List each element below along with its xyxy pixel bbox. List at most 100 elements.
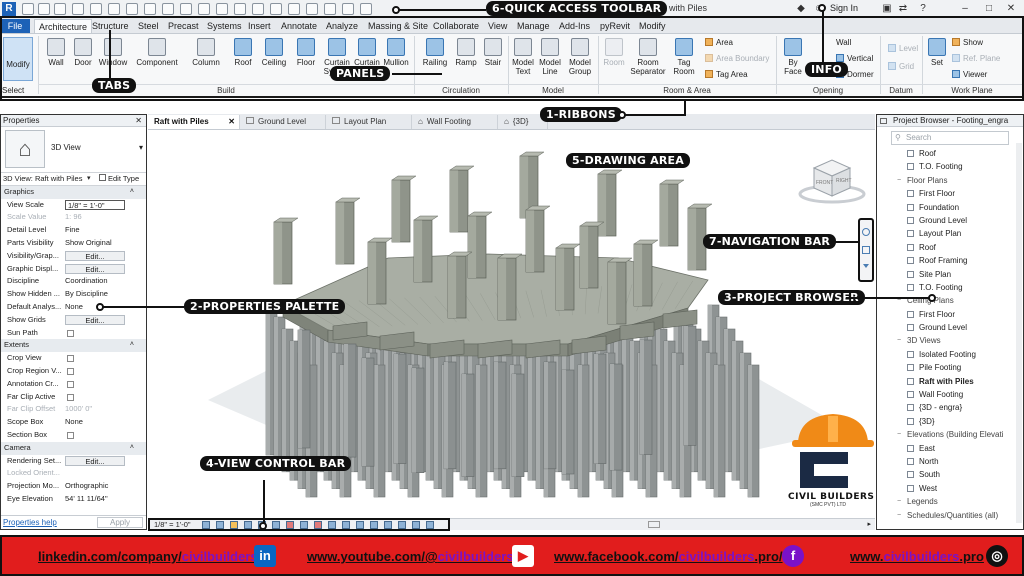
property-section[interactable]: Graphics ˄ <box>1 185 146 199</box>
collapse-icon[interactable]: − <box>897 334 901 347</box>
browser-item[interactable]: Roof <box>877 147 1023 160</box>
property-section[interactable]: Extents ˄ <box>1 339 146 353</box>
property-checkbox[interactable] <box>67 393 74 401</box>
browser-item[interactable]: Site Plan <box>877 268 1023 281</box>
qat-more-icon[interactable] <box>342 3 354 15</box>
browser-item[interactable]: T.O. Footing <box>877 160 1023 173</box>
text-icon[interactable] <box>180 3 192 15</box>
youtube-icon[interactable]: ▶ <box>512 545 534 567</box>
edit-type-button[interactable]: Edit Type <box>99 173 139 186</box>
property-checkbox[interactable] <box>67 355 74 363</box>
property-section[interactable]: Camera ˄ <box>1 441 146 455</box>
view-tab-wall-footing[interactable]: ⌂ Wall Footing <box>412 115 498 129</box>
properties-help-link[interactable]: Properties help <box>3 516 57 530</box>
browser-item[interactable]: Pile Footing <box>877 361 1023 374</box>
youtube-link[interactable]: www.youtube.com/@civilbuilders <box>307 549 514 564</box>
facebook-icon[interactable]: f <box>782 545 804 567</box>
open-icon[interactable] <box>22 3 34 15</box>
redo-icon[interactable] <box>90 3 102 15</box>
globe-icon[interactable]: ◎ <box>986 545 1008 567</box>
view-tab-layout-plan[interactable]: Layout Plan <box>326 115 412 129</box>
property-checkbox[interactable] <box>67 329 74 337</box>
binoculars-icon[interactable]: ◆ <box>794 2 808 16</box>
browser-item[interactable]: South <box>877 468 1023 481</box>
browser-item[interactable]: Wall Footing <box>877 388 1023 401</box>
collapse-icon[interactable]: ˄ <box>130 186 134 199</box>
browser-item[interactable]: Ground Level <box>877 214 1023 227</box>
section-icon[interactable] <box>216 3 228 15</box>
property-edit-button[interactable]: Edit... <box>65 251 125 262</box>
collapse-icon[interactable]: ˄ <box>130 339 134 352</box>
tag-icon[interactable] <box>162 3 174 15</box>
thin-lines-icon[interactable] <box>234 3 246 15</box>
property-checkbox[interactable] <box>67 431 74 439</box>
browser-group[interactable]: − Legends <box>877 495 1023 508</box>
browser-group[interactable]: −3D Views <box>877 334 1023 347</box>
zoom-icon[interactable] <box>862 246 870 254</box>
cart-icon[interactable]: ▣ <box>880 2 894 16</box>
revit-logo-icon[interactable]: R <box>2 2 16 16</box>
nav-menu-icon[interactable] <box>863 264 869 268</box>
save-icon[interactable] <box>38 3 50 15</box>
help-icon[interactable]: ? <box>916 2 930 16</box>
scroll-right-icon[interactable]: ▸ <box>867 520 871 528</box>
browser-scrollbar[interactable] <box>1016 143 1022 523</box>
linkedin-link[interactable]: linkedin.com/company/civilbuilders <box>38 549 258 564</box>
browser-item[interactable]: East <box>877 442 1023 455</box>
browser-item[interactable]: T.O. Footing <box>877 281 1023 294</box>
view-icon[interactable] <box>306 3 318 15</box>
property-checkbox[interactable] <box>67 380 74 388</box>
navigation-bar[interactable] <box>858 218 874 282</box>
browser-item[interactable]: First Floor <box>877 187 1023 200</box>
qat-dropdown-icon[interactable] <box>360 3 372 15</box>
browser-item[interactable]: Isolated Footing <box>877 348 1023 361</box>
apply-button[interactable]: Apply <box>97 517 143 528</box>
minimize-icon[interactable]: – <box>958 2 972 16</box>
property-edit-button[interactable]: Edit... <box>65 456 125 467</box>
property-edit-button[interactable]: Edit... <box>65 264 125 275</box>
browser-item[interactable]: Raft with Piles <box>877 375 1023 388</box>
dimension-icon[interactable] <box>144 3 156 15</box>
browser-item[interactable]: North <box>877 455 1023 468</box>
customize-qat-icon[interactable] <box>288 3 300 15</box>
linkedin-icon[interactable]: in <box>254 545 276 567</box>
type-selector[interactable]: ⌂ 3D View ▾ <box>1 127 146 173</box>
close-icon[interactable]: ✕ <box>135 115 142 127</box>
steering-wheel-icon[interactable] <box>862 228 870 236</box>
property-input[interactable]: 1/8" = 1'-0" <box>65 200 125 211</box>
sign-in-link[interactable]: Sign In <box>830 3 858 13</box>
close-hidden-icon[interactable] <box>252 3 264 15</box>
browser-group[interactable]: − Elevations (Building Elevati <box>877 428 1023 441</box>
browser-search-input[interactable]: ⚲ Search <box>891 131 1009 145</box>
browser-item[interactable]: {3D} <box>877 415 1023 428</box>
collapse-icon[interactable]: − <box>897 428 901 441</box>
browser-item[interactable]: Roof <box>877 241 1023 254</box>
sync-icon[interactable] <box>54 3 66 15</box>
view-tab-raft-with-piles[interactable]: Raft with Piles ✕ <box>148 115 240 129</box>
browser-group[interactable]: − Floor Plans <box>877 174 1023 187</box>
view-instance-selector[interactable]: 3D View: Raft with Piles ▾ Edit Type <box>1 173 146 186</box>
browser-item[interactable]: West <box>877 482 1023 495</box>
browser-item[interactable]: Ground Level <box>877 321 1023 334</box>
view-tab-ground-level[interactable]: Ground Level <box>240 115 326 129</box>
default-3d-icon[interactable] <box>198 3 210 15</box>
browser-item[interactable]: Foundation <box>877 201 1023 214</box>
browser-item[interactable]: First Floor <box>877 308 1023 321</box>
close-icon[interactable]: ✕ <box>1004 2 1018 16</box>
website-link[interactable]: www.civilbuilders.pro <box>850 549 984 564</box>
viewcube[interactable]: FRONT RIGHT <box>798 148 868 208</box>
collapse-icon[interactable]: − <box>897 495 901 508</box>
print-icon[interactable] <box>108 3 120 15</box>
maximize-icon[interactable]: □ <box>982 2 996 16</box>
close-icon[interactable]: ✕ <box>228 115 235 129</box>
measure-icon[interactable] <box>126 3 138 15</box>
facebook-link[interactable]: www.facebook.com/civilbuilders.pro/ <box>554 549 783 564</box>
filter-icon[interactable] <box>324 3 336 15</box>
browser-item[interactable]: Layout Plan <box>877 227 1023 240</box>
property-checkbox[interactable] <box>67 367 74 375</box>
collapse-icon[interactable]: ˄ <box>130 442 134 455</box>
browser-item[interactable]: {3D - engra} <box>877 401 1023 414</box>
scrollbar-thumb[interactable] <box>648 521 660 528</box>
property-edit-button[interactable]: Edit... <box>65 315 125 326</box>
exchange-icon[interactable]: ⇄ <box>896 2 910 16</box>
